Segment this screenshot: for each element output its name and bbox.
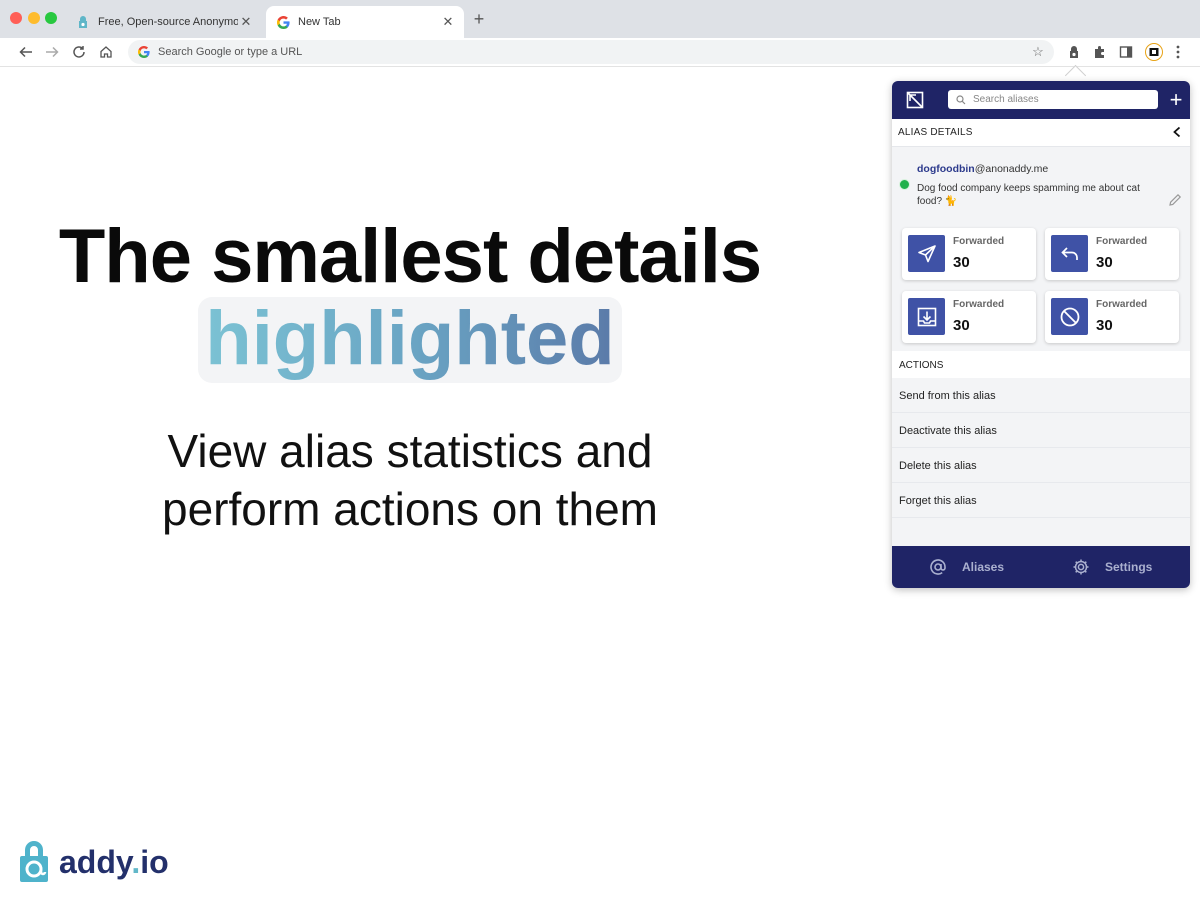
- stat-value: 30: [953, 317, 970, 334]
- action-label: Send from this alias: [899, 390, 996, 402]
- stat-value: 30: [953, 254, 970, 271]
- action-send-from-alias[interactable]: Send from this alias: [892, 378, 1190, 413]
- actions-title: ACTIONS: [899, 360, 944, 371]
- side-panel-icon[interactable]: [1115, 41, 1137, 63]
- action-label: Forget this alias: [899, 495, 977, 507]
- alias-active-status-dot: [899, 179, 910, 190]
- alias-details-bar: ALIAS DETAILS: [892, 119, 1190, 147]
- alias-local-part: dogfoodbin: [917, 163, 975, 175]
- alias-search-input[interactable]: [971, 93, 1155, 106]
- reply-icon: [1051, 235, 1088, 272]
- section-title: ALIAS DETAILS: [898, 127, 973, 138]
- stat-label: Forwarded: [953, 299, 1005, 310]
- send-icon: [908, 235, 945, 272]
- stat-value: 30: [1096, 317, 1113, 334]
- home-icon[interactable]: [96, 42, 116, 62]
- new-tab-plus-icon[interactable]: +: [470, 9, 488, 29]
- addy-favicon-icon: [76, 15, 90, 29]
- footer-settings-label: Settings: [1105, 560, 1153, 574]
- hero-subtitle: View alias statistics and perform action…: [120, 422, 700, 538]
- popup-footer-nav: Aliases Settings: [892, 546, 1190, 588]
- addy-logo-icon: [20, 841, 48, 882]
- addy-extension-icon[interactable]: [1063, 41, 1085, 63]
- google-favicon-icon: [276, 15, 290, 29]
- tab-title: Free, Open-source Anonymou: [98, 16, 238, 28]
- window-minimize-button[interactable]: [28, 12, 40, 24]
- stat-label: Forwarded: [953, 236, 1005, 247]
- bookmark-star-icon[interactable]: ☆: [1028, 42, 1048, 62]
- tab-close-icon[interactable]: ✕: [440, 14, 456, 30]
- tab-addy[interactable]: Free, Open-source Anonymou ✕: [66, 6, 262, 38]
- profile-avatar-icon[interactable]: [1143, 41, 1165, 63]
- actions-header: ACTIONS: [892, 351, 1190, 378]
- window-close-button[interactable]: [10, 12, 22, 24]
- hero-title: The smallest details: [58, 214, 762, 299]
- brand-name-tld: io: [140, 843, 169, 880]
- at-sign-icon: [928, 557, 948, 577]
- stat-value: 30: [1096, 254, 1113, 271]
- address-input[interactable]: [156, 45, 1028, 59]
- alias-description: Dog food company keeps spamming me about…: [917, 183, 1140, 207]
- add-alias-plus-icon[interactable]: +: [1167, 89, 1185, 111]
- action-delete-alias[interactable]: Delete this alias: [892, 448, 1190, 483]
- footer-settings-tab[interactable]: Settings: [1071, 546, 1152, 588]
- window-maximize-button[interactable]: [45, 12, 57, 24]
- popup-logo-icon[interactable]: [906, 91, 924, 109]
- browser-toolbar: ☆: [0, 38, 1200, 67]
- brand-wordmark: addy.io: [59, 844, 169, 881]
- back-arrow-icon[interactable]: [16, 42, 36, 62]
- action-deactivate-alias[interactable]: Deactivate this alias: [892, 413, 1190, 448]
- alias-domain: @anonaddy.me: [974, 163, 1049, 175]
- browser-menu-kebab-icon[interactable]: [1167, 41, 1189, 63]
- blocked-icon: [1051, 298, 1088, 335]
- tab-close-icon[interactable]: ✕: [238, 14, 254, 30]
- addy-brand: addy.io: [18, 838, 169, 886]
- stat-card-forwarded: Forwarded 30: [902, 228, 1036, 280]
- gear-icon: [1071, 557, 1091, 577]
- stat-label: Forwarded: [1096, 299, 1148, 310]
- stat-label: Forwarded: [1096, 236, 1148, 247]
- action-label: Deactivate this alias: [899, 425, 997, 437]
- addy-extension-popup: + ALIAS DETAILS dogfoodbin@anonaddy.me D…: [892, 81, 1190, 588]
- hero-highlight-word: highlighted: [198, 294, 622, 384]
- stat-card-blocked: Forwarded 30: [1045, 291, 1179, 343]
- action-forget-alias[interactable]: Forget this alias: [892, 483, 1190, 518]
- popup-header: +: [892, 81, 1190, 119]
- forward-arrow-icon[interactable]: [42, 42, 62, 62]
- stat-card-sent: Forwarded 30: [902, 291, 1036, 343]
- browser-tab-bar: Free, Open-source Anonymou ✕ New Tab ✕ +: [0, 0, 1200, 38]
- google-g-icon: [137, 45, 151, 59]
- back-chevron-icon[interactable]: [1168, 123, 1186, 141]
- footer-aliases-label: Aliases: [962, 560, 1005, 574]
- tab-title: New Tab: [298, 16, 341, 28]
- alias-search-box[interactable]: [948, 90, 1158, 109]
- tab-new-tab[interactable]: New Tab ✕: [266, 6, 464, 38]
- edit-pencil-icon[interactable]: [1166, 191, 1184, 209]
- brand-name-dot: .: [131, 843, 141, 880]
- search-icon: [954, 93, 967, 106]
- footer-aliases-tab[interactable]: Aliases: [928, 546, 1004, 588]
- inbox-download-icon: [908, 298, 945, 335]
- address-bar[interactable]: ☆: [128, 40, 1054, 64]
- extensions-puzzle-icon[interactable]: [1089, 41, 1111, 63]
- action-label: Delete this alias: [899, 460, 977, 472]
- alias-email: dogfoodbin@anonaddy.me: [917, 163, 1048, 175]
- stat-card-replies: Forwarded 30: [1045, 228, 1179, 280]
- hero-subtitle-line-1: View alias statistics and: [167, 425, 653, 477]
- brand-name-main: addy: [59, 843, 132, 880]
- hero-subtitle-line-2: perform actions on them: [161, 483, 658, 535]
- reload-icon[interactable]: [69, 42, 89, 62]
